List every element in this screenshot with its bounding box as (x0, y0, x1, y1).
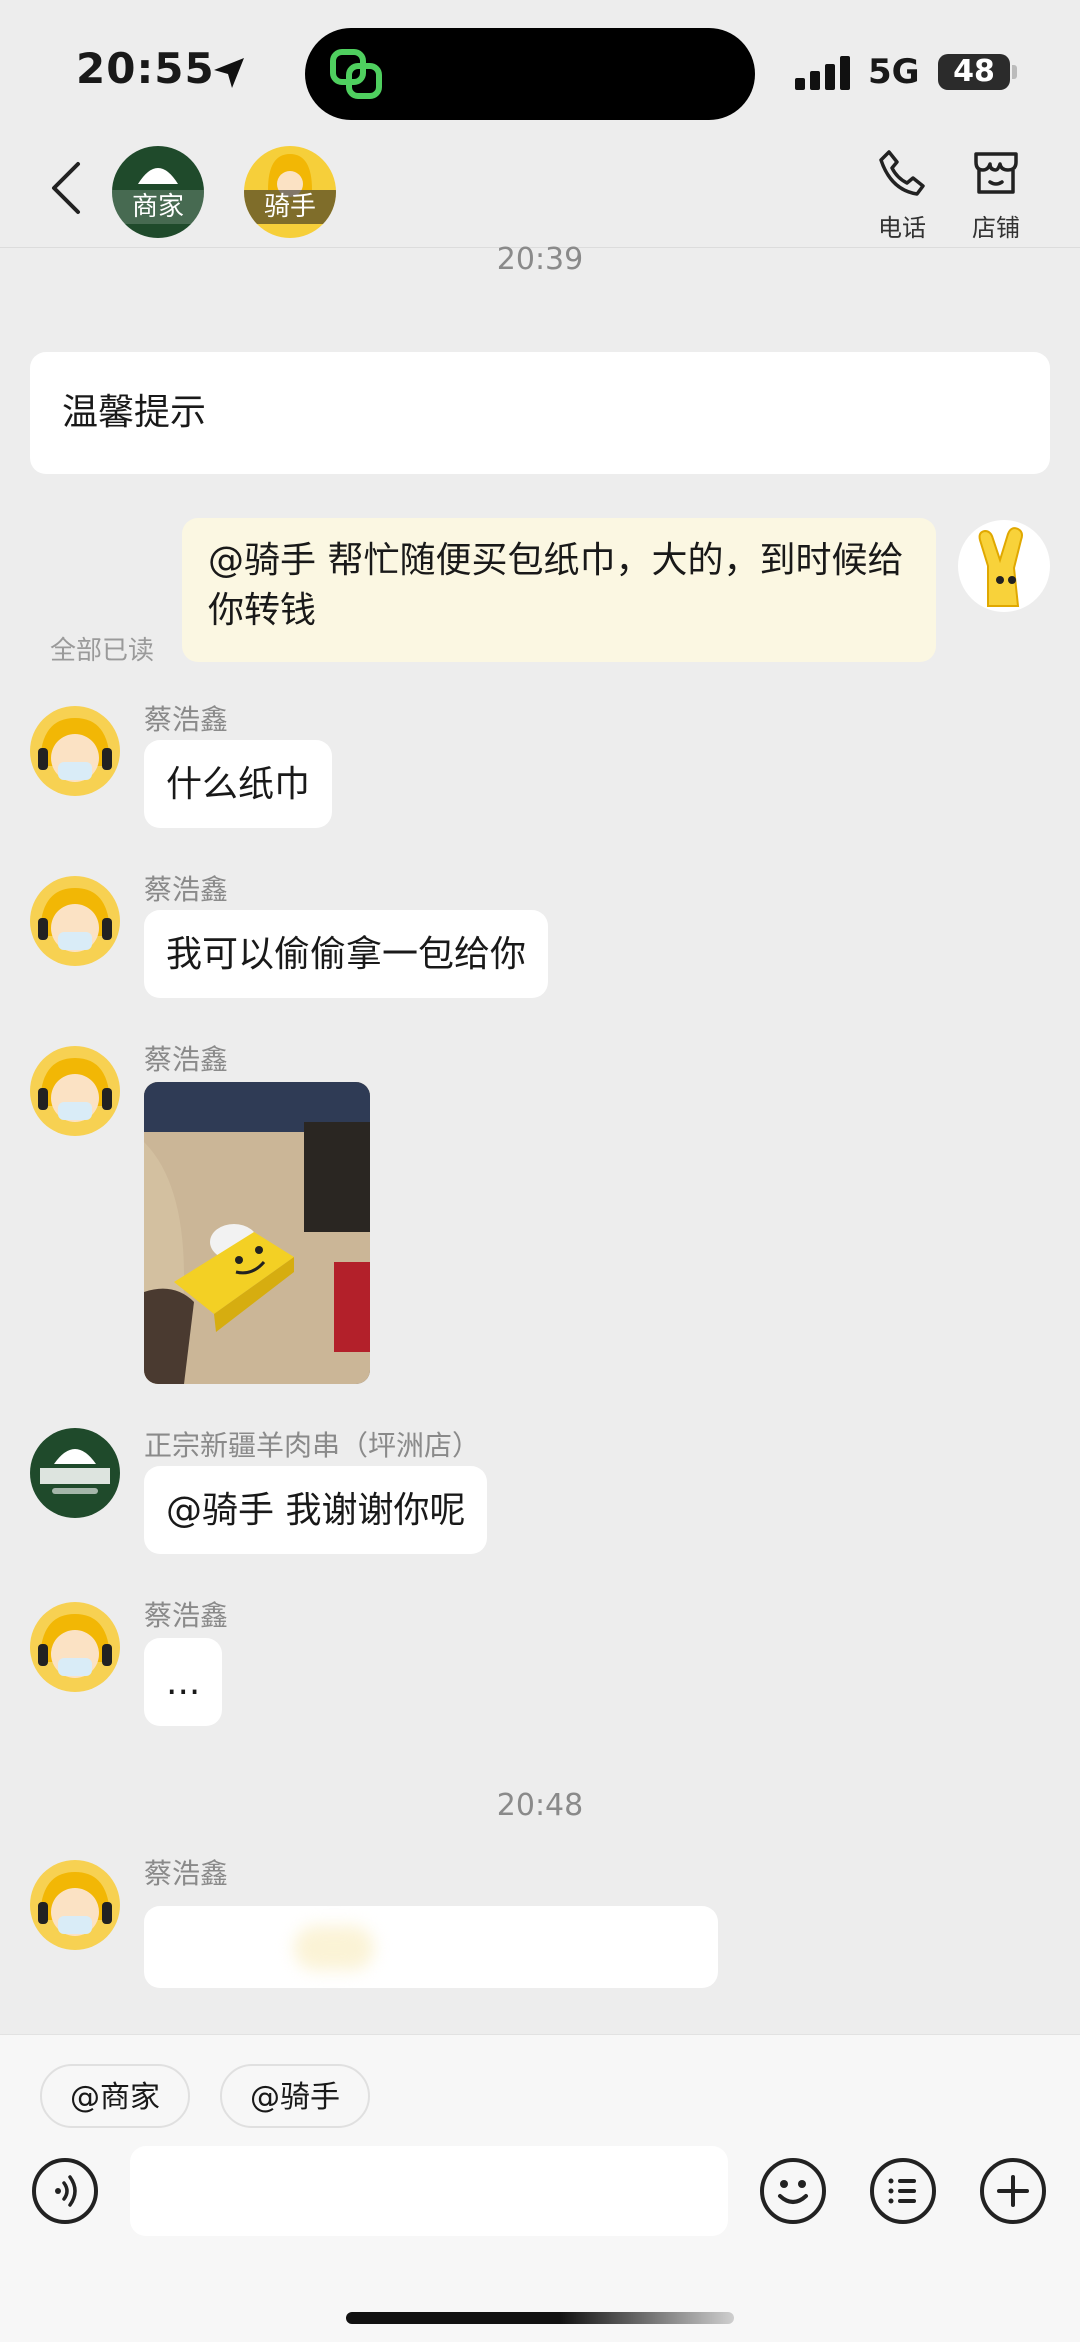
yellow-hand-icon (978, 527, 1023, 607)
back-button[interactable] (48, 160, 84, 220)
rider-face-icon (38, 718, 112, 782)
timestamp: 20:48 (496, 1788, 584, 1823)
store-label: 店铺 (972, 214, 1020, 242)
voice-button[interactable] (32, 2158, 98, 2224)
rider-avatar[interactable] (30, 1046, 120, 1136)
sender-name: 蔡浩鑫 (144, 1043, 229, 1076)
message-bubble[interactable]: 什么纸巾 (144, 740, 333, 828)
sender-name: 蔡浩鑫 (144, 873, 229, 906)
phone-button[interactable]: 电话 (862, 148, 942, 243)
rider-avatar[interactable] (30, 706, 120, 796)
emoji-icon (778, 2180, 808, 2204)
network-type: 5G (868, 52, 920, 92)
blurred-message-bubble[interactable] (144, 1906, 718, 1988)
mention-rider-chip[interactable]: @骑手 (220, 2064, 370, 2128)
read-status: 全部已读 (50, 636, 155, 666)
sender-name: 蔡浩鑫 (144, 703, 229, 736)
blurred-content (294, 1926, 374, 1970)
merchant-logo-icon (40, 1449, 110, 1494)
rider-face-icon (38, 1614, 112, 1678)
merchant-tag: 商家 (112, 190, 204, 224)
rider-tag: 骑手 (244, 190, 336, 224)
plus-icon (997, 2175, 1029, 2207)
status-time: 20:55 (76, 44, 215, 93)
phone-icon (879, 150, 925, 196)
cellular-signal-icon (795, 56, 851, 94)
merchant-logo-icon (138, 168, 178, 184)
tip-card[interactable]: 温馨提示 (30, 352, 1050, 474)
rider-face-icon (38, 1872, 112, 1936)
my-message-bubble[interactable]: @骑手 帮忙随便买包纸巾，大的，到时候给你转钱 (182, 518, 936, 662)
battery-tip (1012, 65, 1017, 79)
home-indicator (346, 2312, 734, 2324)
rider-avatar[interactable] (30, 876, 120, 966)
quick-reply-button[interactable] (870, 2158, 936, 2224)
merchant-avatar[interactable] (30, 1428, 120, 1518)
message-bubble[interactable]: 我可以偷偷拿一包给你 (144, 910, 549, 998)
photo-message[interactable] (144, 1082, 370, 1384)
location-arrow-icon (212, 56, 246, 94)
tissue-pack-photo (144, 1082, 370, 1384)
rider-avatar[interactable] (30, 1860, 120, 1950)
phone-label: 电话 (878, 214, 926, 242)
more-button[interactable] (980, 2158, 1046, 2224)
sender-name: 蔡浩鑫 (144, 1599, 229, 1632)
store-icon (974, 152, 1018, 194)
timestamp: 20:39 (496, 242, 584, 277)
rider-avatar[interactable] (30, 1602, 120, 1692)
voice-icon (55, 2175, 77, 2207)
my-avatar[interactable] (958, 520, 1050, 612)
battery-indicator: 48 (938, 54, 1010, 90)
list-icon (888, 2178, 916, 2204)
emoji-button[interactable] (760, 2158, 826, 2224)
rider-face-icon (38, 1058, 112, 1122)
message-bubble[interactable]: ... (144, 1638, 223, 1726)
rider-avatar[interactable]: 骑手 (244, 146, 336, 238)
store-button[interactable]: 店铺 (956, 148, 1036, 243)
rider-face-icon (38, 888, 112, 952)
message-input[interactable] (130, 2146, 728, 2236)
merchant-avatar[interactable]: 商家 (112, 146, 204, 238)
message-bubble[interactable]: @骑手 我谢谢你呢 (144, 1466, 488, 1554)
wechat-link-icon (327, 46, 387, 106)
sender-name: 蔡浩鑫 (144, 1857, 229, 1890)
dynamic-island (305, 28, 755, 120)
mention-merchant-chip[interactable]: @商家 (40, 2064, 190, 2128)
sender-name: 正宗新疆羊肉串（坪洲店） (144, 1429, 481, 1462)
